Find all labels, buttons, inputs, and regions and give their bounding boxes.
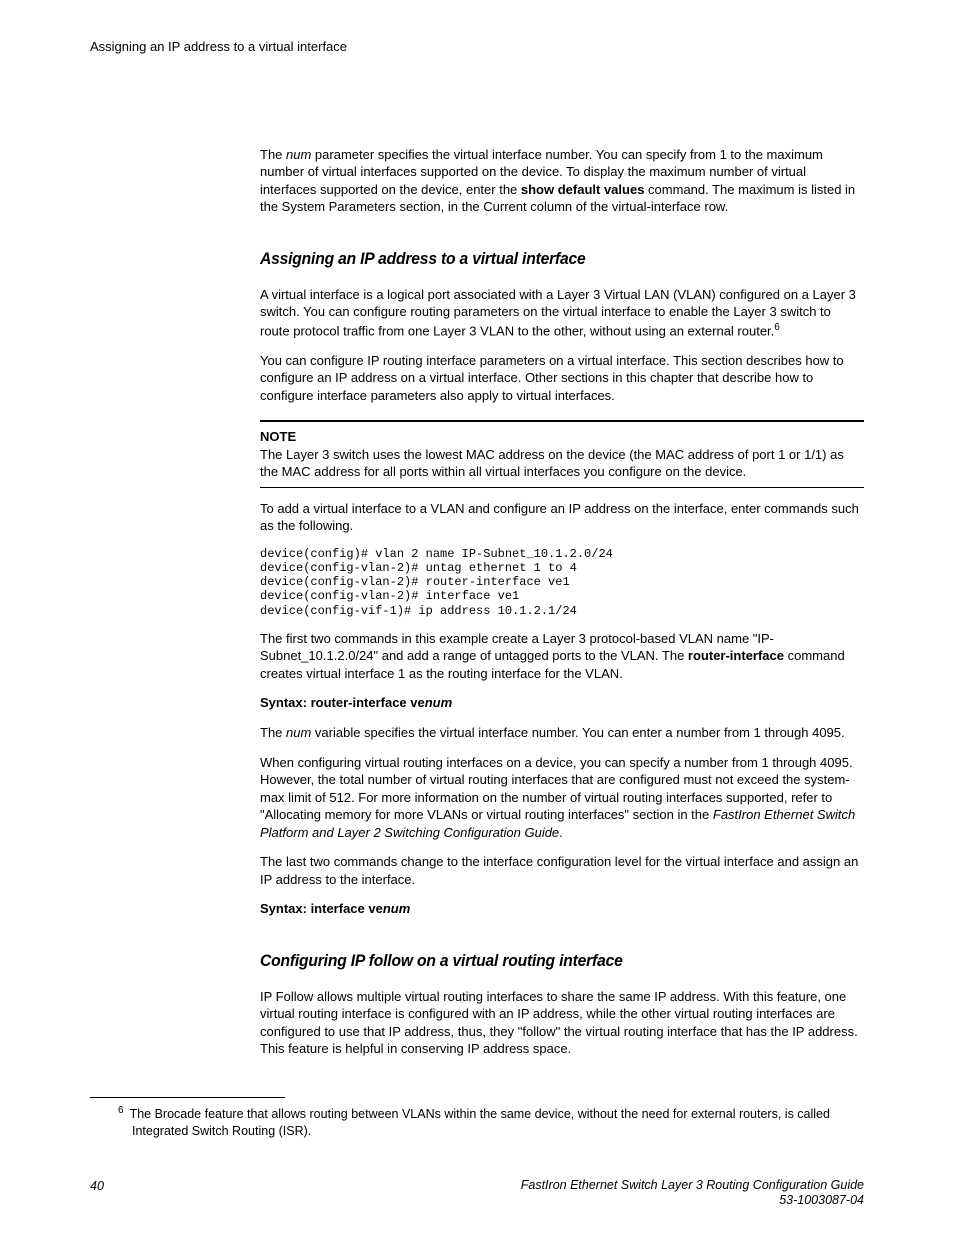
- footnote-marker: 6: [118, 1105, 124, 1116]
- text: The: [260, 725, 286, 740]
- paragraph: The num variable specifies the virtual i…: [260, 724, 864, 742]
- syntax-line: Syntax: interface venum: [260, 900, 864, 918]
- footnote: 6 The Brocade feature that allows routing…: [90, 1104, 864, 1139]
- paragraph: To add a virtual interface to a VLAN and…: [260, 500, 864, 535]
- syntax-param: num: [425, 695, 452, 710]
- footnote-separator: [90, 1097, 285, 1098]
- text: variable specifies the virtual interface…: [311, 725, 844, 740]
- syntax-param: num: [383, 901, 410, 916]
- text: A virtual interface is a logical port as…: [260, 287, 856, 338]
- parameter-name: num: [286, 147, 311, 162]
- page-content: The num parameter specifies the virtual …: [260, 146, 864, 1058]
- note-body: The Layer 3 switch uses the lowest MAC a…: [260, 446, 864, 481]
- paragraph: The num parameter specifies the virtual …: [260, 146, 864, 216]
- note-label: NOTE: [260, 428, 864, 446]
- paragraph: The first two commands in this example c…: [260, 630, 864, 683]
- footer-guide: FastIron Ethernet Switch Layer 3 Routing…: [521, 1178, 864, 1209]
- footnote-reference: 6: [774, 322, 780, 333]
- paragraph: The last two commands change to the inte…: [260, 853, 864, 888]
- command-name: router-interface: [688, 648, 784, 663]
- paragraph: IP Follow allows multiple virtual routin…: [260, 988, 864, 1058]
- document-page: Assigning an IP address to a virtual int…: [0, 0, 954, 1235]
- footnote-area: 6 The Brocade feature that allows routing…: [90, 1097, 864, 1139]
- guide-title: FastIron Ethernet Switch Layer 3 Routing…: [521, 1178, 864, 1192]
- paragraph: You can configure IP routing interface p…: [260, 352, 864, 405]
- parameter-name: num: [286, 725, 311, 740]
- footnote-text: The Brocade feature that allows routing …: [130, 1108, 830, 1138]
- text: The: [260, 147, 286, 162]
- paragraph: When configuring virtual routing interfa…: [260, 754, 864, 842]
- running-header: Assigning an IP address to a virtual int…: [90, 38, 864, 56]
- text: .: [559, 825, 563, 840]
- section-heading-ip-follow: Configuring IP follow on a virtual routi…: [260, 950, 816, 973]
- code-block: device(config)# vlan 2 name IP-Subnet_10…: [260, 547, 864, 618]
- guide-docnum: 53-1003087-04: [779, 1193, 864, 1207]
- note-block: NOTE The Layer 3 switch uses the lowest …: [260, 420, 864, 488]
- command-name: show default values: [521, 182, 645, 197]
- syntax-label: Syntax: router-interface ve: [260, 695, 425, 710]
- page-number: 40: [90, 1178, 104, 1195]
- section-heading-assign-ip: Assigning an IP address to a virtual int…: [260, 248, 816, 271]
- syntax-label: Syntax: interface ve: [260, 901, 383, 916]
- syntax-line: Syntax: router-interface venum: [260, 694, 864, 712]
- paragraph: A virtual interface is a logical port as…: [260, 286, 864, 340]
- page-footer: 40 FastIron Ethernet Switch Layer 3 Rout…: [90, 1178, 864, 1209]
